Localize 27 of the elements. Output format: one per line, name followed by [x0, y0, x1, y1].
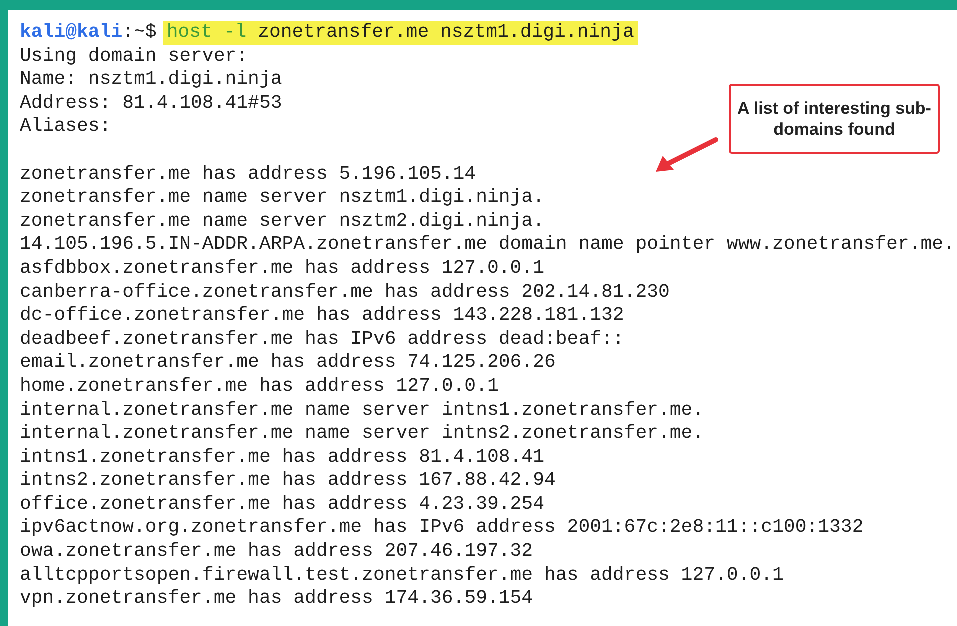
dns-record-line: dc-office.zonetransfer.me has address 143.228.181.132 — [20, 304, 624, 328]
dns-record-line: canberra-office.zonetransfer.me has address 202.14.81.230 — [20, 280, 670, 304]
dns-record-line: intns2.zonetransfer.me has address 167.88.42.94 — [20, 469, 556, 493]
output-line: Aliases: — [20, 115, 112, 139]
callout-label: A list of interesting sub-domains found — [729, 84, 940, 154]
dns-record-line: alltcpportsopen.firewall.test.zonetransfer.me has address 127.0.0.1 — [20, 564, 784, 588]
output-line: Name: nsztm1.digi.ninja — [20, 68, 282, 92]
dns-record-line: zonetransfer.me name server nsztm1.digi.ninja. — [20, 186, 544, 210]
dns-record-line: email.zonetransfer.me has address 74.125.206.26 — [20, 351, 556, 375]
dns-record-line: internal.zonetransfer.me name server intns2.zonetransfer.me. — [20, 422, 704, 446]
prompt-user: kali@kali — [20, 21, 123, 45]
dns-record-line: asfdbbox.zonetransfer.me has address 127.0.0.1 — [20, 256, 544, 281]
output-line: Using domain server: — [20, 44, 248, 68]
prompt-path: :~$ — [122, 21, 157, 45]
arrow-icon — [656, 138, 718, 172]
dns-record-line: 14.105.196.5.IN-ADDR.ARPA.zonetransfer.me domain name pointer www.zonetransfer.me. — [20, 233, 955, 257]
dns-record-line: vpn.zonetransfer.me has address 174.36.59.154 — [20, 587, 534, 611]
dns-record-line: deadbeef.zonetransfer.me has IPv6 address dead:beaf:: — [20, 328, 624, 352]
dns-record-line: office.zonetransfer.me has address 4.23.39.254 — [20, 492, 544, 516]
dns-record-line: intns1.zonetransfer.me has address 81.4.108.41 — [20, 446, 544, 470]
dns-record-line: owa.zonetransfer.me has address 207.46.197.32 — [20, 540, 534, 564]
output-line: Address: 81.4.108.41#53 — [20, 92, 282, 116]
dns-record-line: zonetransfer.me has address 5.196.105.14 — [20, 162, 476, 186]
dns-record-line: home.zonetransfer.me has address 127.0.0.1 — [20, 374, 499, 398]
dns-record-line: internal.zonetransfer.me name server intns1.zonetransfer.me. — [20, 398, 704, 422]
dns-record-line: zonetransfer.me name server nsztm2.digi.ninja. — [20, 210, 544, 234]
dns-record-line: ipv6actnow.org.zonetransfer.me has IPv6 address 2001:67c:2e8:11::c100:1332 — [20, 516, 864, 540]
